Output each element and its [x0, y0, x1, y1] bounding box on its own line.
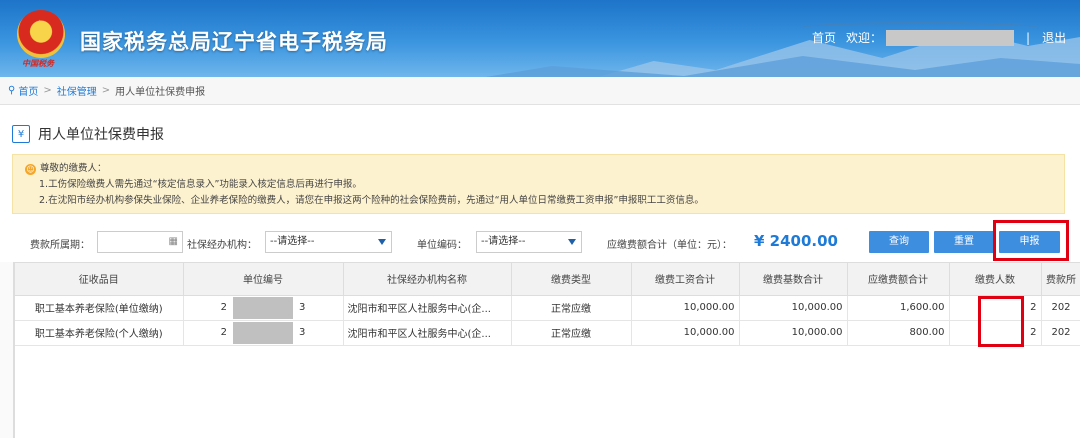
notice-line-1: 1.工伤保险缴费人需先通过“核定信息录入”功能录入核定信息后再进行申报。	[39, 179, 362, 190]
column-header[interactable]: 单位编号	[183, 263, 344, 296]
nav-separator: |	[1026, 30, 1031, 45]
cell-type: 正常应缴	[511, 320, 632, 346]
unit-code-label: 单位编码：	[417, 240, 467, 251]
cell-agency: 沈阳市和平区人社服务中心(企...	[343, 320, 512, 346]
cell-base-total: 10,000.00	[739, 295, 848, 321]
tax-emblem-icon: ★	[17, 10, 65, 58]
agency-selected-value: --请选择--	[270, 236, 315, 247]
cell-item: 职工基本养老保险(单位缴纳)	[15, 295, 184, 321]
row-selector-rail	[0, 262, 14, 438]
page-title-row: ¥ 用人单位社保费申报	[12, 124, 164, 144]
site-title: 国家税务总局辽宁省电子税务局	[80, 30, 388, 54]
table-row[interactable]: 职工基本养老保险(个人缴纳) 23 沈阳市和平区人社服务中心(企... 正常应缴…	[15, 320, 1080, 346]
total-amount: ¥ 2400.00	[754, 232, 838, 250]
period-label: 费款所属期：	[30, 240, 90, 251]
location-pin-icon: ⚲	[8, 85, 16, 96]
column-header[interactable]: 缴费基数合计	[739, 263, 848, 296]
unit-no-suffix: 3	[299, 302, 306, 313]
cell-item: 职工基本养老保险(个人缴纳)	[15, 320, 184, 346]
count-column-highlight	[978, 296, 1024, 347]
logout-link[interactable]: 退出	[1042, 29, 1066, 46]
page-title: 用人单位社保费申报	[38, 127, 164, 143]
period-input[interactable]: ▦	[97, 231, 183, 253]
home-link[interactable]: 首页	[812, 29, 836, 46]
declare-button-highlight	[993, 220, 1069, 261]
column-header[interactable]: 征收品目	[15, 263, 184, 296]
unit-no-suffix: 3	[299, 327, 306, 338]
agency-select[interactable]: --请选择--	[265, 231, 392, 253]
column-header[interactable]: 应缴费额合计	[847, 263, 950, 296]
cell-wage-total: 10,000.00	[631, 295, 740, 321]
breadcrumb: ⚲ 首页 > 社保管理 > 用人单位社保费申报	[0, 77, 1080, 105]
column-header[interactable]: 社保经办机构名称	[343, 263, 512, 296]
breadcrumb-separator: >	[101, 85, 111, 96]
table-header-row: 征收品目 单位编号 社保经办机构名称 缴费类型 缴费工资合计 缴费基数合计 应缴…	[15, 263, 1080, 296]
unit-code-select[interactable]: --请选择--	[476, 231, 582, 253]
column-header[interactable]: 费款所	[1041, 263, 1080, 296]
filter-bar: 费款所属期： ▦ 社保经办机构： --请选择-- 单位编码： --请选择-- 应…	[0, 227, 1080, 257]
chevron-down-icon	[378, 239, 386, 245]
cell-type: 正常应缴	[511, 295, 632, 321]
breadcrumb-current: 用人单位社保费申报	[115, 87, 206, 98]
site-header: ★ 中国税务 国家税务总局辽宁省电子税务局 首页 欢迎： | 退出	[0, 0, 1080, 77]
column-header[interactable]: 缴费人数	[949, 263, 1042, 296]
redacted-unit-no	[233, 321, 293, 344]
yuan-document-icon: ¥	[12, 125, 30, 143]
column-header[interactable]: 缴费工资合计	[631, 263, 740, 296]
unit-no-prefix: 2	[220, 302, 227, 313]
cell-wage-total: 10,000.00	[631, 320, 740, 346]
total-label: 应缴费额合计（单位：元）：	[607, 240, 732, 251]
redacted-username	[886, 29, 1015, 46]
reset-button[interactable]: 重置	[934, 231, 994, 253]
cell-period: 202	[1041, 320, 1080, 346]
cell-period: 202	[1041, 295, 1080, 321]
query-button[interactable]: 查询	[869, 231, 929, 253]
breadcrumb-home[interactable]: 首页	[18, 83, 38, 98]
welcome-label: 欢迎：	[846, 31, 883, 45]
declaration-table: 征收品目 单位编号 社保经办机构名称 缴费类型 缴费工资合计 缴费基数合计 应缴…	[14, 262, 1080, 438]
notice-line-2: 2.在沈阳市经办机构参保失业保险、企业养老保险的缴费人，请您在申报这两个险种的社…	[39, 195, 704, 206]
unit-no-prefix: 2	[220, 327, 227, 338]
cell-due-total: 800.00	[847, 320, 950, 346]
cell-unit-no: 23	[183, 295, 344, 321]
cell-base-total: 10,000.00	[739, 320, 848, 346]
breadcrumb-separator: >	[43, 85, 52, 96]
cell-agency: 沈阳市和平区人社服务中心(企...	[343, 295, 512, 321]
table-row[interactable]: 职工基本养老保险(单位缴纳) 23 沈阳市和平区人社服务中心(企... 正常应缴…	[15, 295, 1080, 321]
unit-code-selected-value: --请选择--	[481, 236, 526, 247]
top-nav: 首页 欢迎： | 退出	[812, 29, 1066, 46]
notice-heading: 尊敬的缴费人：	[40, 163, 107, 174]
column-header[interactable]: 缴费类型	[511, 263, 632, 296]
agency-label: 社保经办机构：	[187, 240, 257, 251]
chevron-down-icon	[568, 239, 576, 245]
calendar-icon[interactable]: ▦	[169, 232, 178, 252]
notice-panel: ☺ 尊敬的缴费人： 1.工伤保险缴费人需先通过“核定信息录入”功能录入核定信息后再…	[12, 154, 1065, 214]
seal-text: 中国税务	[22, 59, 54, 68]
cell-unit-no: 23	[183, 320, 344, 346]
cell-due-total: 1,600.00	[847, 295, 950, 321]
breadcrumb-social-security[interactable]: 社保管理	[57, 83, 97, 98]
redacted-unit-no	[233, 296, 293, 319]
smile-tip-icon: ☺	[25, 164, 36, 175]
